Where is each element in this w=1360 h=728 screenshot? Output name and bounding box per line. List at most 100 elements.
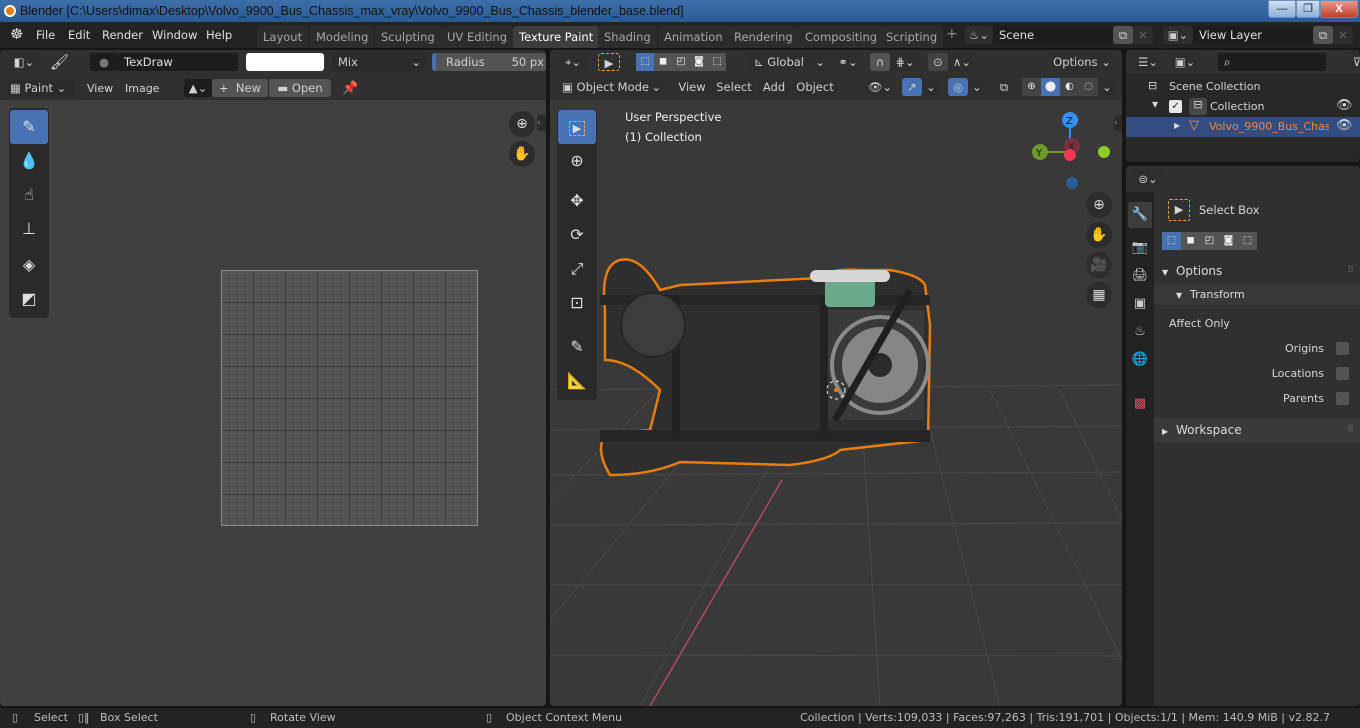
- menu-add[interactable]: Add: [758, 78, 790, 96]
- tool-soften[interactable]: 💧: [10, 144, 48, 178]
- tab-render[interactable]: 📷: [1128, 235, 1152, 261]
- menu-edit[interactable]: Edit: [68, 28, 90, 42]
- options-panel-header[interactable]: ▼ Options ⠿: [1154, 260, 1360, 282]
- tab-view-layer[interactable]: ▣: [1128, 291, 1152, 317]
- camera-view-button[interactable]: 🎥: [1086, 252, 1112, 278]
- expand-arrow-icon[interactable]: ▼: [1152, 100, 1158, 109]
- new-image-button[interactable]: + New: [212, 79, 268, 97]
- tool-draw[interactable]: ✎: [10, 110, 48, 144]
- tab-shading[interactable]: Shading: [598, 26, 657, 48]
- locations-checkbox[interactable]: [1336, 367, 1349, 380]
- close-button[interactable]: X: [1320, 0, 1358, 18]
- editor-type-button[interactable]: ☰⌄: [1134, 53, 1162, 71]
- zoom-view-button[interactable]: ⊕: [1086, 192, 1112, 218]
- mode-intersect-button[interactable]: ⬚: [708, 53, 726, 71]
- menu-view[interactable]: View: [87, 82, 113, 95]
- menu-select[interactable]: Select: [712, 78, 756, 96]
- mode-intersect-button[interactable]: ⬚: [1238, 232, 1257, 250]
- browse-image-button[interactable]: ▲⌄: [184, 79, 212, 97]
- shading-material-button[interactable]: ◐: [1060, 78, 1079, 96]
- menu-file[interactable]: File: [36, 28, 55, 42]
- tab-world[interactable]: 🌐: [1128, 347, 1152, 373]
- navigation-gizmo[interactable]: X Z Y: [1024, 108, 1114, 198]
- blender-menu-icon[interactable]: ☸: [10, 25, 23, 43]
- view-layer-selector-button[interactable]: ▣⌄: [1163, 26, 1193, 44]
- minimize-button[interactable]: —: [1268, 0, 1296, 18]
- mode-extend-button[interactable]: ◼: [654, 53, 672, 71]
- proportional-edit-toggle[interactable]: ⊙: [928, 53, 948, 71]
- editor-type-button[interactable]: ◧⌄: [8, 53, 40, 71]
- overlays-toggle[interactable]: ◎: [948, 78, 968, 96]
- shading-solid-button[interactable]: ●: [1041, 78, 1060, 96]
- tool-mask[interactable]: ◩: [10, 282, 48, 316]
- gizmo-y-neg[interactable]: [1098, 146, 1110, 158]
- scene-selector-button[interactable]: ♨⌄: [965, 26, 993, 44]
- snap-target-dropdown[interactable]: ⋕⌄: [890, 53, 920, 71]
- shading-rendered-button[interactable]: ◌: [1079, 78, 1098, 96]
- origins-checkbox[interactable]: [1336, 342, 1349, 355]
- xray-toggle[interactable]: ⧉: [994, 78, 1014, 96]
- brush-preview-button[interactable]: ●: [90, 53, 118, 71]
- parents-checkbox[interactable]: [1336, 392, 1349, 405]
- bus-chassis-model[interactable]: [590, 250, 940, 480]
- falloff-dropdown[interactable]: ∧⌄: [948, 53, 976, 71]
- new-scene-button[interactable]: ⧉: [1113, 26, 1133, 44]
- editor-type-button[interactable]: ⌖⌄: [558, 53, 588, 71]
- editor-type-button[interactable]: ⊜⌄: [1134, 170, 1162, 188]
- tool-measure[interactable]: 📐: [558, 364, 596, 398]
- tab-sculpting[interactable]: Sculpting: [375, 26, 441, 48]
- drag-handle-icon[interactable]: ⠿: [1347, 418, 1354, 442]
- overlays-dropdown[interactable]: ⌄: [968, 78, 986, 96]
- perspective-toggle-button[interactable]: ▦: [1086, 282, 1112, 308]
- mode-set-button[interactable]: ⬚: [1162, 232, 1181, 250]
- tab-texture-paint[interactable]: Texture Paint: [513, 26, 600, 48]
- mode-extend-button[interactable]: ◼: [1181, 232, 1200, 250]
- display-mode-dropdown[interactable]: ▣⌄: [1170, 53, 1200, 71]
- tab-rendering[interactable]: Rendering: [728, 26, 799, 48]
- tool-clone[interactable]: ⊥: [10, 212, 48, 246]
- menu-image[interactable]: Image: [125, 82, 159, 95]
- zoom-view-button[interactable]: ⊕: [509, 111, 535, 137]
- tool-annotate[interactable]: ✎: [558, 330, 596, 364]
- menu-help[interactable]: Help: [206, 28, 232, 42]
- add-workspace-button[interactable]: +: [946, 26, 958, 42]
- maximize-button[interactable]: ❐: [1296, 0, 1320, 18]
- tool-scale[interactable]: ⤢: [558, 252, 596, 286]
- tool-move[interactable]: ✥: [558, 184, 596, 218]
- filter-button[interactable]: ⊽: [1350, 53, 1360, 71]
- tab-tool[interactable]: 🔧: [1128, 202, 1152, 228]
- tool-fill[interactable]: ◈: [10, 248, 48, 282]
- tool-rotate[interactable]: ⟳: [558, 218, 596, 252]
- options-dropdown[interactable]: Options ⌄: [1052, 53, 1112, 71]
- drag-handle-icon[interactable]: ⠿: [1347, 260, 1354, 282]
- menu-render[interactable]: Render: [102, 28, 143, 42]
- menu-object[interactable]: Object: [792, 78, 838, 96]
- outliner-row-collection[interactable]: ▼ ✓ ⊟ Collection 👁: [1126, 97, 1360, 117]
- tool-transform[interactable]: ⊡: [558, 286, 596, 320]
- pin-icon[interactable]: 📌: [342, 81, 358, 96]
- sidebar-toggle[interactable]: ‹: [537, 115, 546, 131]
- workspace-panel-header[interactable]: ▶ Workspace ⠿: [1154, 418, 1360, 442]
- expand-arrow-icon[interactable]: ▶: [1174, 121, 1180, 130]
- mode-difference-button[interactable]: ◙: [1219, 232, 1238, 250]
- object-mode-dropdown[interactable]: ▣ Object Mode ⌄: [558, 78, 666, 96]
- open-image-button[interactable]: ▬ Open: [269, 79, 331, 97]
- paint-mode-dropdown[interactable]: ▦ Paint ⌄: [8, 79, 74, 97]
- gizmo-toggle[interactable]: ↗: [902, 78, 922, 96]
- gizmo-x[interactable]: [1064, 149, 1076, 161]
- uv-grid-canvas[interactable]: [221, 270, 478, 526]
- brush-name-field[interactable]: TexDraw: [118, 53, 238, 71]
- tab-texture[interactable]: ▩: [1128, 391, 1152, 417]
- outliner-search-input[interactable]: ⌕: [1218, 53, 1326, 71]
- pan-view-button[interactable]: ✋: [509, 141, 535, 167]
- menu-view[interactable]: View: [674, 78, 710, 96]
- 3d-viewport[interactable]: ⌖⌄ ▶ ⬚ ◼ ◰ ◙ ⬚ ⊾ Global ⌄ ⚭⌄ ∩ ⋕⌄ ⊙ ∧⌄ O…: [550, 50, 1122, 706]
- tab-scripting[interactable]: Scripting: [880, 26, 944, 48]
- transform-subpanel-header[interactable]: ▼ Transform: [1154, 283, 1360, 305]
- delete-scene-button[interactable]: ✕: [1133, 26, 1153, 44]
- outliner-row-volvo-object[interactable]: ▶ ▽ Volvo_9900_Bus_Chassi 👁: [1126, 117, 1360, 137]
- mode-subtract-button[interactable]: ◰: [1200, 232, 1219, 250]
- shading-dropdown[interactable]: ⌄: [1098, 78, 1116, 96]
- brush-color-swatch[interactable]: [246, 53, 324, 71]
- mode-subtract-button[interactable]: ◰: [672, 53, 690, 71]
